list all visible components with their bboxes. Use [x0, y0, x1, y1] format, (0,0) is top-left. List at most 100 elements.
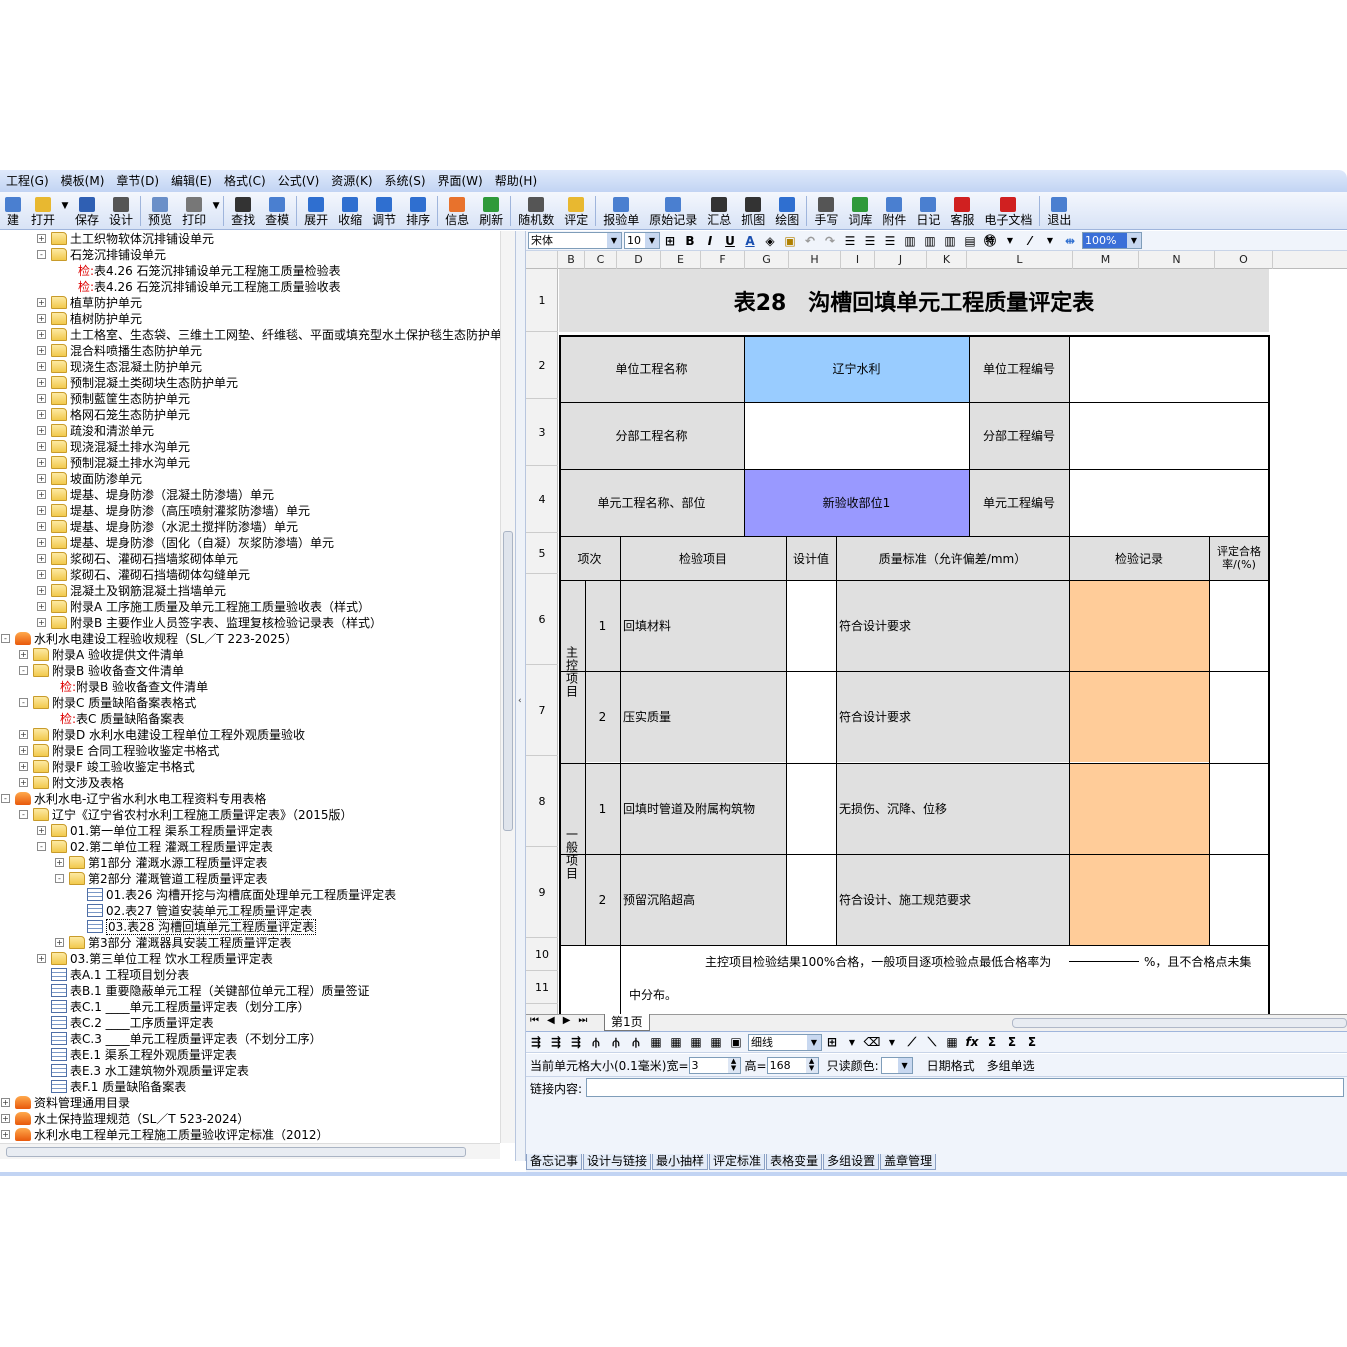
tree-node[interactable]: 检:附录B 验收备查文件清单 [0, 679, 500, 695]
toolbar-button-evaluate-bell[interactable]: 评定 [559, 193, 593, 229]
col-split-icon[interactable]: ⫛ [586, 1035, 606, 1050]
tree-node[interactable]: 表E.1 渠系工程外观质量评定表 [0, 1047, 500, 1063]
row-insert-icon[interactable]: ⇶ [526, 1035, 546, 1049]
expand-plus-icon[interactable]: + [37, 426, 46, 435]
expand-plus-icon[interactable]: + [37, 234, 46, 243]
tree-node[interactable]: +01.第一单位工程 渠系工程质量评定表 [0, 823, 500, 839]
tree-node[interactable]: 表B.1 重要隐蔽单元工程（关键部位单元工程）质量签证 [0, 983, 500, 999]
expand-plus-icon[interactable]: + [19, 746, 28, 755]
expand-plus-icon[interactable]: + [1, 1114, 10, 1123]
tree-node[interactable]: - 辽宁《辽宁省农村水利工程施工质量评定表》（2015版） [0, 807, 500, 823]
toolbar-button-expand[interactable]: 展开 [299, 193, 333, 229]
toolbar-button-print[interactable]: 打印 [177, 193, 211, 229]
part-name-label[interactable]: 分部工程名称 [559, 402, 744, 469]
tree-vertical-scrollbar[interactable] [500, 231, 515, 1143]
menu-item-3[interactable]: 编辑(E) [165, 170, 218, 192]
spin-arrows-icon[interactable]: ▲ ▼ [805, 1057, 818, 1073]
expand-plus-icon[interactable]: + [19, 778, 28, 787]
toolbar-button-dictionary[interactable]: 词库 [843, 193, 877, 229]
toolbar-button-draw[interactable]: 绘图 [770, 193, 804, 229]
tree-node[interactable]: + 附录D 水利水电建设工程单位工程外观质量验收 [0, 727, 500, 743]
tree-node[interactable]: - 水利水电-辽宁省水利水电工程资料专用表格 [0, 791, 500, 807]
toolbar-button-calendar[interactable]: 日记 [911, 193, 945, 229]
diagonal-icon[interactable]: ⟋ [902, 1035, 922, 1050]
tree-node[interactable]: 表C.2 ____工序质量评定表 [0, 1015, 500, 1031]
tree-node[interactable]: + 预制混凝土排水沟单元 [0, 455, 500, 471]
item-record[interactable] [1069, 671, 1209, 762]
tree-node[interactable]: 表C.1 ____单元工程质量评定表（划分工序） [0, 999, 500, 1015]
collapse-minus-icon[interactable]: - [19, 810, 28, 819]
chevron-down-icon[interactable]: ▼ [897, 1057, 912, 1073]
tree-node[interactable]: + 资料管理通用目录 [0, 1095, 500, 1111]
item-standard[interactable]: 无损伤、沉降、位移 [836, 763, 1069, 854]
tree-node[interactable]: + 堤基、堤身防渗（混凝土防渗墙）单元 [0, 487, 500, 503]
tree-scroll-thumb[interactable] [503, 531, 513, 831]
toolbar-button-save[interactable]: 保存 [70, 193, 104, 229]
tree-node[interactable]: + 坡面防渗单元 [0, 471, 500, 487]
readonly-color-picker[interactable]: ▼ [880, 1056, 913, 1074]
expand-plus-icon[interactable]: + [19, 730, 28, 739]
toolbar-button-inspection-form[interactable]: 报验单 [598, 193, 644, 229]
tree-node[interactable]: - 石笼沉排铺设单元 [0, 247, 500, 263]
tree-node[interactable]: + 土工格室、生态袋、三维土工网垫、纤维毯、平面或填充型水土保护毯生态防护单 [0, 327, 502, 343]
tree-node[interactable]: 02.表27 管道安装单元工程质量评定表 [0, 903, 500, 919]
expand-plus-icon[interactable]: + [55, 938, 64, 947]
expand-plus-icon[interactable]: + [19, 650, 28, 659]
tree-node[interactable]: 检:表C 质量缺陷备案表 [0, 711, 500, 727]
tree-node[interactable]: + 第1部分 灌溉水源工程质量评定表 [0, 855, 500, 871]
expand-plus-icon[interactable]: + [37, 602, 46, 611]
sum-icon[interactable]: Σ [982, 1035, 1002, 1049]
bottom-tab-1[interactable]: 设计与链接 [583, 1154, 652, 1170]
tree-node[interactable]: - 水利水电建设工程验收规程（SL／T 223-2025） [0, 631, 500, 647]
collapse-arrow-icon[interactable]: ‹ [518, 696, 522, 706]
date-format-button[interactable]: 日期格式 [927, 1057, 975, 1074]
expand-plus-icon[interactable]: + [37, 330, 46, 339]
collapse-minus-icon[interactable]: - [1, 634, 10, 643]
summary-text-a[interactable]: 主控项目检验结果100%合格，一般项目逐项检验点最低合格率为 [702, 945, 1072, 978]
summary-rate-underline[interactable] [1069, 961, 1139, 962]
toolbar-button-design[interactable]: 设计 [104, 193, 138, 229]
chevron-down-icon[interactable]: ▼ [807, 1034, 821, 1050]
function-icon[interactable]: fx [962, 1035, 982, 1049]
expand-plus-icon[interactable]: + [37, 362, 46, 371]
expand-plus-icon[interactable]: + [37, 954, 46, 963]
all-borders-icon[interactable]: ▦ [942, 1035, 962, 1049]
spin-arrows-icon[interactable]: ▲ ▼ [727, 1057, 740, 1073]
tree-node[interactable]: + 附录A 工序施工质量及单元工程施工质量验收表（样式） [0, 599, 500, 615]
tree-horizontal-scrollbar[interactable] [0, 1143, 500, 1159]
item-standard[interactable]: 符合设计、施工规范要求 [836, 854, 1069, 945]
header-check-item[interactable]: 检验项目 [620, 536, 786, 580]
part-no-label[interactable]: 分部工程编号 [969, 402, 1069, 469]
menu-item-9[interactable]: 帮助(H) [489, 170, 543, 192]
cell-name-value[interactable]: 新验收部位1 [744, 469, 969, 536]
merge-cells-icon[interactable]: ▦ [646, 1035, 666, 1049]
item-standard[interactable]: 符合设计要求 [836, 580, 1069, 671]
toolbar-button-crop[interactable]: 抓图 [736, 193, 770, 229]
tree-node[interactable]: - 第2部分 灌溉管道工程质量评定表 [0, 871, 500, 887]
toolbar-button-preview[interactable]: 预览 [143, 193, 177, 229]
col-merge-icon[interactable]: ⫛ [606, 1035, 626, 1050]
toolbar-button-folder-open[interactable]: 打开 [26, 193, 60, 229]
expand-plus-icon[interactable]: + [37, 346, 46, 355]
expand-plus-icon[interactable]: + [37, 394, 46, 403]
menu-item-7[interactable]: 系统(S) [379, 170, 432, 192]
bottom-tab-0[interactable]: 备忘记事 [526, 1154, 583, 1170]
menu-item-2[interactable]: 章节(D) [110, 170, 165, 192]
expand-plus-icon[interactable]: + [37, 298, 46, 307]
menu-item-6[interactable]: 资源(K) [325, 170, 378, 192]
expand-plus-icon[interactable]: + [37, 554, 46, 563]
header-standard[interactable]: 质量标准（允许偏差/mm） [836, 536, 1069, 580]
tree-node[interactable]: + 堤基、堤身防渗（固化（自凝）灰浆防渗墙）单元 [0, 535, 500, 551]
sheet-horizontal-scrollbar[interactable] [1012, 1018, 1347, 1028]
unit-name-value[interactable]: 辽宁水利 [744, 335, 969, 402]
row-delete-icon[interactable]: ⇶ [566, 1035, 586, 1049]
col-insert-icon[interactable]: ⇶ [546, 1035, 566, 1049]
tree-node[interactable]: - 附录B 验收备查文件清单 [0, 663, 500, 679]
collapse-minus-icon[interactable]: - [37, 250, 46, 259]
col-fork-icon[interactable]: ⫛ [626, 1035, 646, 1050]
expand-plus-icon[interactable]: + [37, 618, 46, 627]
tree-node[interactable]: - 02.第二单位工程 灌溉工程质量评定表 [0, 839, 500, 855]
tree-node[interactable]: + 混凝土及钢筋混凝土挡墙单元 [0, 583, 500, 599]
expand-plus-icon[interactable]: + [37, 570, 46, 579]
expand-plus-icon[interactable]: + [37, 538, 46, 547]
